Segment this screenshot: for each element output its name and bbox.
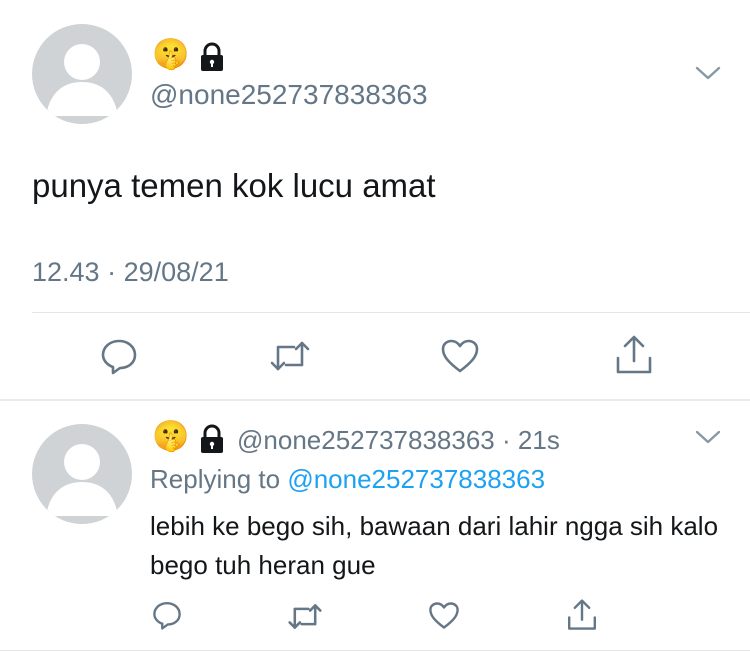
author-handle[interactable]: @none252737838363 — [150, 79, 428, 111]
heart-icon[interactable] — [440, 338, 480, 374]
chevron-down-icon[interactable] — [694, 428, 722, 446]
tweet-time: 12.43 — [32, 257, 100, 287]
section-divider — [0, 399, 750, 401]
heart-icon[interactable] — [428, 601, 460, 630]
reply-icon[interactable] — [100, 337, 138, 375]
shushing-face-emoji: 🤫 — [152, 420, 190, 453]
tweet-date: 29/08/21 — [123, 257, 229, 287]
retweet-icon[interactable] — [288, 602, 322, 631]
tweet-text: punya temen kok lucu amat — [32, 167, 436, 204]
lock-icon — [198, 424, 226, 454]
divider — [0, 650, 750, 651]
reply-icon[interactable] — [152, 600, 182, 630]
reply-author-handle[interactable]: @none252737838363 · 21s — [237, 425, 560, 456]
replying-to: Replying to @none252737838363 — [150, 464, 545, 495]
reply-avatar[interactable] — [32, 424, 132, 524]
share-icon[interactable] — [566, 598, 598, 632]
divider — [32, 312, 750, 313]
reply-handle-text: @none252737838363 — [237, 425, 495, 455]
replying-to-label: Replying to — [150, 464, 281, 494]
shushing-face-emoji: 🤫 — [152, 38, 190, 71]
meta-separator: · — [107, 257, 117, 287]
reply-age: 21s — [517, 425, 560, 455]
tweet-timestamp[interactable]: 12.43 · 29/08/21 — [32, 257, 229, 288]
lock-icon — [198, 42, 226, 72]
chevron-down-icon[interactable] — [694, 64, 722, 82]
avatar[interactable] — [32, 24, 132, 124]
replying-to-link[interactable]: @none252737838363 — [287, 464, 545, 494]
retweet-icon[interactable] — [270, 339, 310, 373]
reply-text: lebih ke bego sih, bawaan dari lahir ngg… — [150, 511, 719, 580]
meta-separator: · — [502, 425, 511, 455]
share-icon[interactable] — [614, 334, 654, 376]
